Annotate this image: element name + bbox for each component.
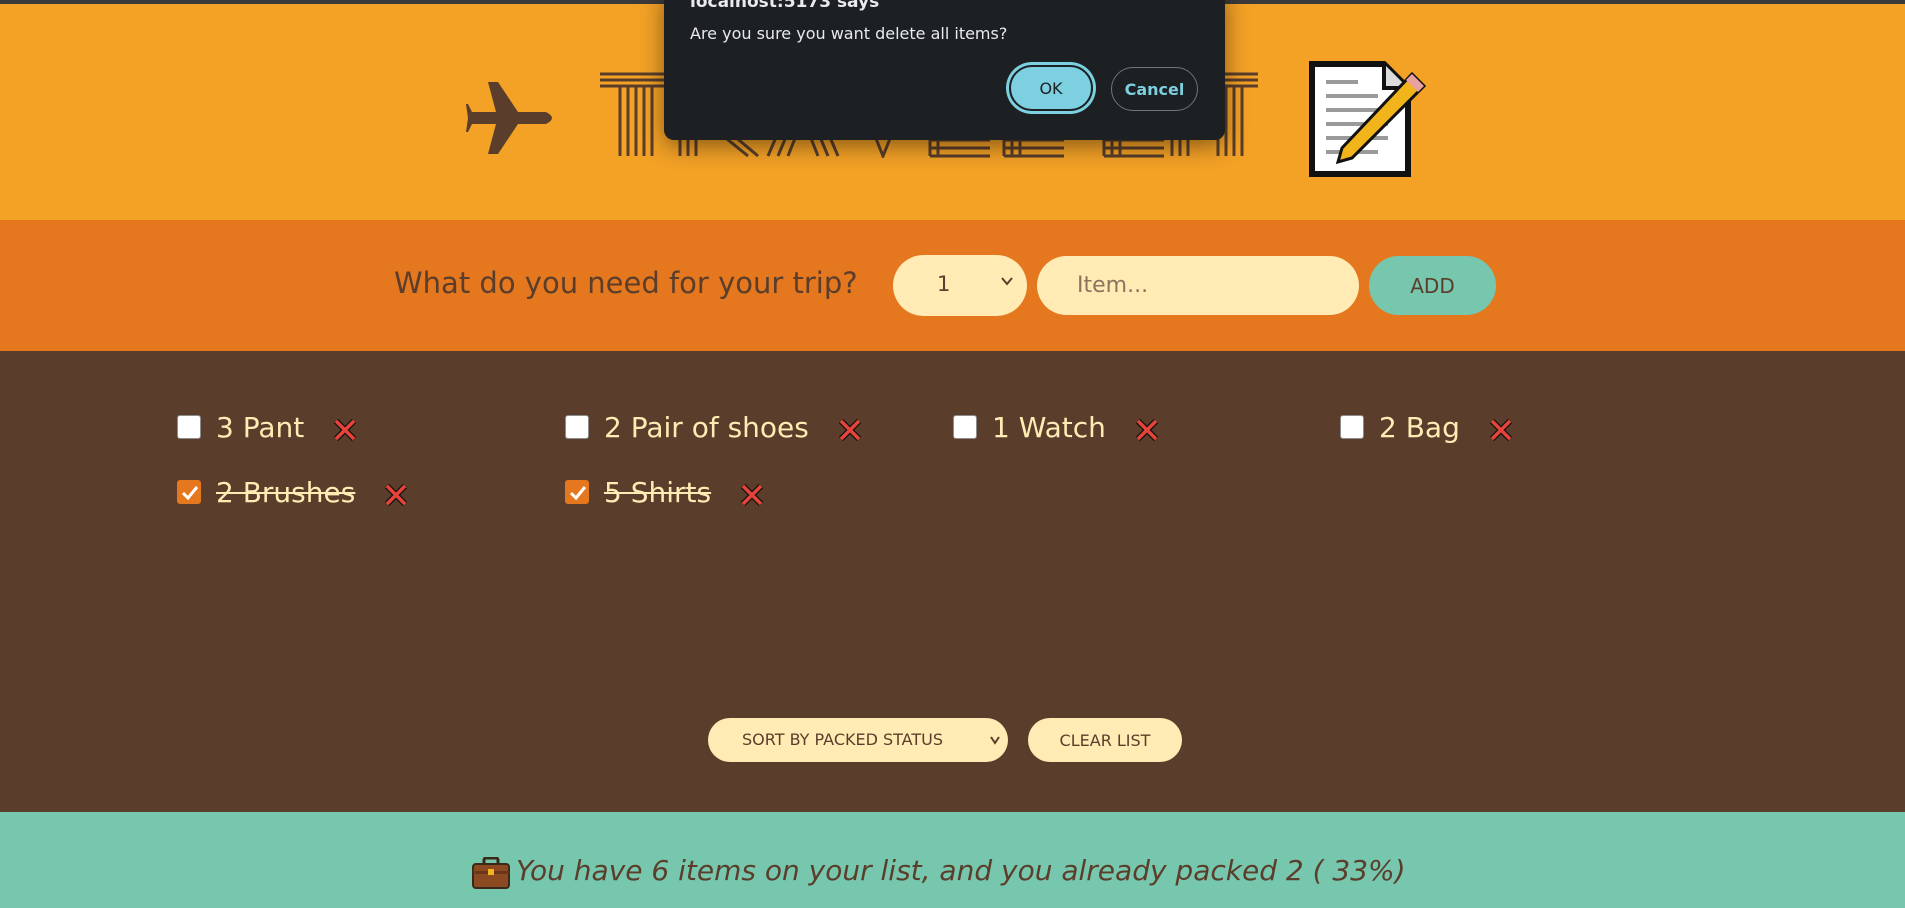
- briefcase-icon: [472, 857, 510, 889]
- chevron-down-icon: [990, 736, 1000, 745]
- dialog-title: localhost:5173 says: [690, 0, 880, 12]
- list-item: 2 Bag: [1340, 407, 1514, 447]
- packed-checkbox[interactable]: [565, 415, 589, 439]
- cancel-button[interactable]: Cancel: [1111, 67, 1198, 111]
- checkmark-icon: [569, 486, 587, 501]
- form-question: What do you need for your trip?: [394, 266, 858, 300]
- quantity-value: 1: [937, 272, 951, 296]
- stats-summary: You have 6 items on your list, and you a…: [516, 854, 1406, 887]
- packed-checkbox[interactable]: [177, 480, 201, 504]
- list-item: 2 Pair of shoes: [565, 407, 863, 447]
- delete-item-icon[interactable]: [332, 417, 358, 443]
- delete-item-icon[interactable]: [1134, 417, 1160, 443]
- item-label: 5 Shirts: [604, 475, 712, 509]
- packed-checkbox[interactable]: [177, 415, 201, 439]
- delete-item-icon[interactable]: [383, 482, 409, 508]
- airplane-icon: [466, 82, 552, 154]
- add-button[interactable]: ADD: [1369, 256, 1496, 315]
- item-label: 2 Brushes: [216, 475, 356, 509]
- packed-checkbox[interactable]: [953, 415, 977, 439]
- memo-icon: [1309, 61, 1426, 177]
- sort-select[interactable]: SORT BY PACKED STATUS: [708, 718, 1008, 762]
- delete-item-icon[interactable]: [1488, 417, 1514, 443]
- list-item: 5 Shirts: [565, 472, 765, 512]
- packed-checkbox[interactable]: [565, 480, 589, 504]
- dialog-message: Are you sure you want delete all items?: [690, 24, 1008, 43]
- ok-button[interactable]: OK: [1009, 65, 1093, 111]
- delete-item-icon[interactable]: [837, 417, 863, 443]
- sort-value: SORT BY PACKED STATUS: [742, 730, 944, 749]
- clear-list-button[interactable]: CLEAR LIST: [1028, 718, 1182, 762]
- checkmark-icon: [181, 486, 199, 501]
- item-label: 2 Bag: [1379, 410, 1460, 444]
- item-label: 1 Watch: [992, 410, 1106, 444]
- item-label: 2 Pair of shoes: [604, 410, 809, 444]
- quantity-select[interactable]: 1: [893, 255, 1027, 316]
- item-input[interactable]: [1037, 256, 1359, 315]
- chevron-down-icon: [1001, 277, 1013, 286]
- confirm-dialog: localhost:5173 says Are you sure you wan…: [664, 0, 1225, 140]
- packed-checkbox[interactable]: [1340, 415, 1364, 439]
- list-item: 3 Pant: [177, 407, 358, 447]
- list-item: 2 Brushes: [177, 472, 409, 512]
- list-item: 1 Watch: [953, 407, 1160, 447]
- item-label: 3 Pant: [216, 410, 305, 444]
- delete-item-icon[interactable]: [739, 482, 765, 508]
